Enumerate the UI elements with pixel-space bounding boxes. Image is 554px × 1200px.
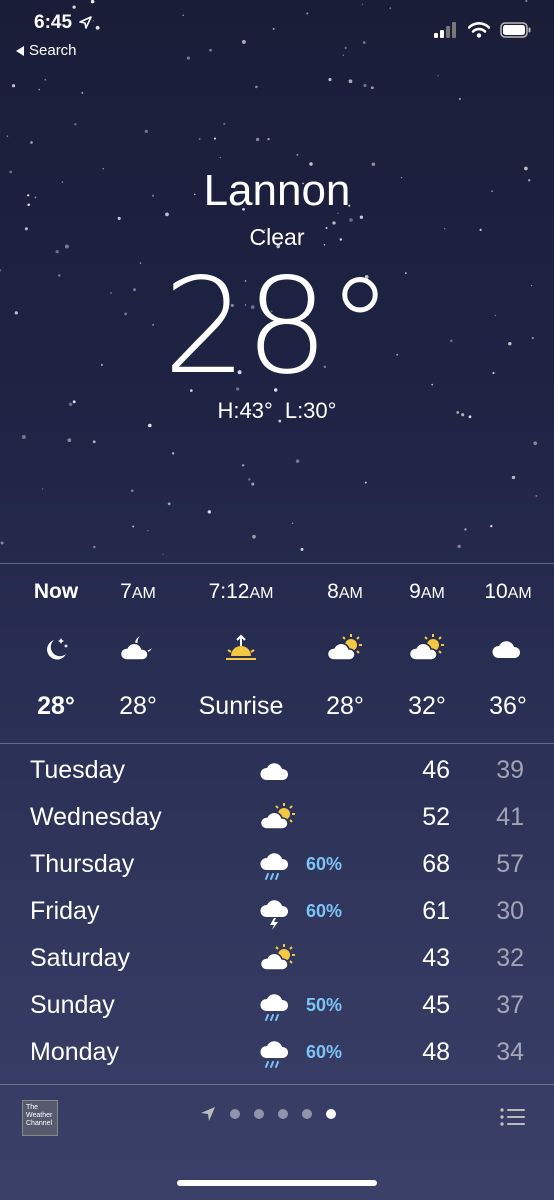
day-low: 30 bbox=[496, 897, 524, 925]
current-temperature: 28° bbox=[163, 250, 393, 404]
page-dot[interactable] bbox=[230, 1109, 240, 1119]
daily-row: Thursday 60% 68 57 bbox=[0, 844, 554, 891]
divider bbox=[0, 1084, 554, 1085]
page-dot[interactable] bbox=[302, 1109, 312, 1119]
day-name: Saturday bbox=[30, 944, 131, 972]
day-low: 32 bbox=[496, 944, 524, 972]
day-name: Thursday bbox=[30, 850, 135, 878]
daily-row: Friday 60% 61 30 bbox=[0, 891, 554, 938]
day-name: Monday bbox=[30, 1038, 119, 1066]
day-low: 57 bbox=[496, 850, 524, 878]
page-dot[interactable] bbox=[278, 1109, 288, 1119]
hour-temp: 28° bbox=[119, 692, 157, 720]
day-high: 52 bbox=[422, 803, 450, 831]
list-icon[interactable] bbox=[500, 1108, 526, 1126]
cloud-bolt-icon bbox=[258, 895, 302, 931]
cloud-rain-icon bbox=[258, 1036, 302, 1072]
status-time: 6:45 bbox=[34, 12, 93, 34]
hourly-forecast[interactable]: Now 28° 7AM 28° 7:12AM Sunrise 8AM 28° 9… bbox=[0, 570, 554, 740]
page-dot[interactable] bbox=[254, 1109, 264, 1119]
back-triangle-icon bbox=[16, 45, 24, 56]
weather-channel-logo[interactable]: The Weather Channel bbox=[22, 1100, 58, 1136]
day-low: 39 bbox=[496, 756, 524, 784]
day-high: 43 bbox=[422, 944, 450, 972]
day-name: Sunday bbox=[30, 991, 115, 1019]
footer-toolbar: The Weather Channel bbox=[0, 1086, 554, 1146]
hour-label: 10AM bbox=[484, 580, 532, 603]
cloud-sun-icon bbox=[258, 801, 302, 837]
hour-temp: 36° bbox=[489, 692, 527, 720]
daily-row: Monday 60% 48 34 bbox=[0, 1032, 554, 1079]
battery-icon bbox=[500, 22, 531, 38]
cloud-icon bbox=[258, 754, 302, 790]
current-condition: Clear bbox=[249, 224, 305, 250]
precip-chance: 50% bbox=[306, 995, 343, 1015]
precip-chance: 60% bbox=[306, 1042, 343, 1062]
cloud-icon bbox=[453, 632, 554, 664]
hour-temp: Sunrise bbox=[198, 692, 284, 720]
back-label: Search bbox=[29, 42, 77, 59]
cloud-rain-icon bbox=[258, 989, 302, 1025]
cloud-sun-icon bbox=[258, 942, 302, 978]
signal-icon bbox=[434, 22, 456, 38]
day-high: 45 bbox=[422, 991, 450, 1019]
location-arrow-icon bbox=[79, 16, 93, 30]
daily-row: Tuesday 46 39 bbox=[0, 750, 554, 797]
city-name: Lannon bbox=[203, 166, 351, 215]
location-arrow-icon[interactable] bbox=[200, 1106, 216, 1122]
cloud-moon-icon bbox=[83, 632, 193, 664]
daily-row: Wednesday 52 41 bbox=[0, 797, 554, 844]
day-name: Tuesday bbox=[30, 756, 125, 784]
hour-label: 7:12AM bbox=[208, 580, 274, 603]
high-low: H:43° L:30° bbox=[0, 398, 554, 424]
hour-label: 7AM bbox=[120, 580, 156, 603]
daily-row: Sunday 50% 45 37 bbox=[0, 985, 554, 1032]
back-to-search-link[interactable]: Search bbox=[16, 42, 77, 59]
daily-row: Saturday 43 32 bbox=[0, 938, 554, 985]
precip-chance: 60% bbox=[306, 901, 343, 921]
divider bbox=[0, 743, 554, 744]
sunrise-icon bbox=[186, 632, 296, 664]
status-indicators bbox=[434, 22, 532, 38]
home-indicator[interactable] bbox=[177, 1180, 377, 1186]
cloud-rain-icon bbox=[258, 848, 302, 884]
page-dot-current[interactable] bbox=[326, 1109, 336, 1119]
day-low: 34 bbox=[496, 1038, 524, 1066]
precip-chance: 60% bbox=[306, 854, 343, 874]
page-indicator[interactable] bbox=[200, 1106, 336, 1122]
wifi-icon bbox=[468, 22, 490, 38]
high-temp: H:43° bbox=[217, 398, 273, 423]
day-name: Friday bbox=[30, 897, 100, 925]
low-temp: L:30° bbox=[284, 398, 337, 423]
day-high: 48 bbox=[422, 1038, 450, 1066]
day-high: 61 bbox=[422, 897, 450, 925]
day-name: Wednesday bbox=[30, 803, 162, 831]
day-low: 41 bbox=[496, 803, 524, 831]
day-high: 68 bbox=[422, 850, 450, 878]
divider bbox=[0, 563, 554, 564]
day-low: 37 bbox=[496, 991, 524, 1019]
day-high: 46 bbox=[422, 756, 450, 784]
